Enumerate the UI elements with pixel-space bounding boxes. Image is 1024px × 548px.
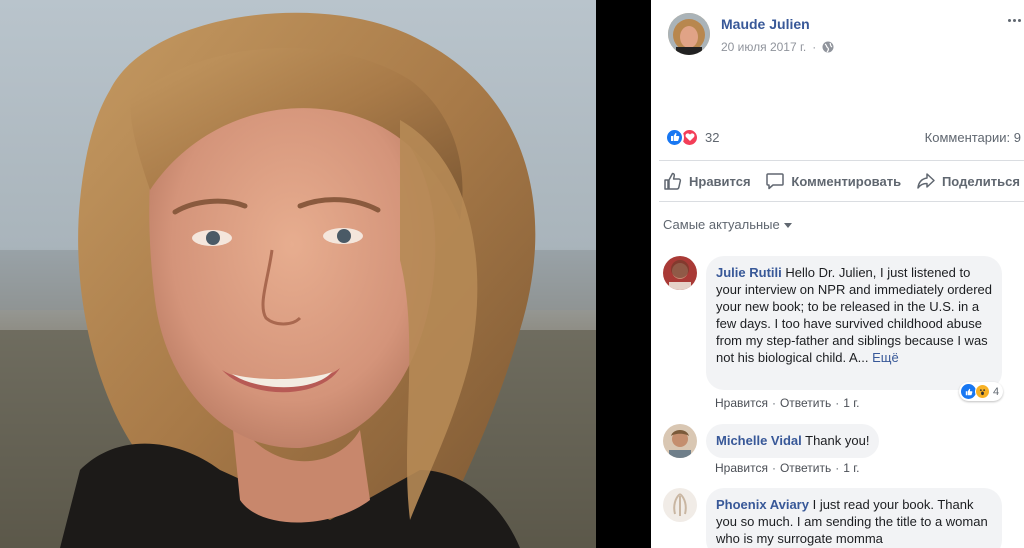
photo-viewer[interactable]: [0, 0, 596, 548]
globe-icon: [822, 41, 834, 53]
comment-text: Thank you!: [805, 433, 870, 448]
like-button[interactable]: Нравится: [663, 171, 751, 191]
meta-separator: ·: [812, 40, 817, 54]
comments-count[interactable]: Комментарии: 9: [925, 130, 1021, 145]
caret-down-icon: [783, 223, 792, 228]
share-button-label: Поделиться: [941, 173, 1020, 189]
comment-like-link[interactable]: Нравится: [715, 461, 768, 475]
comment-bubble-icon: [766, 173, 785, 190]
reactions-summary[interactable]: 32 Комментарии: 9: [665, 126, 1021, 148]
like-reaction-icon: [961, 384, 976, 399]
comment-like-link[interactable]: Нравится: [715, 396, 768, 410]
comment-item: Phoenix Aviary I just read your book. Th…: [663, 488, 1013, 548]
like-reaction-icon: [665, 127, 684, 147]
comment-time[interactable]: 1 г.: [843, 461, 859, 475]
comment-time[interactable]: 1 г.: [843, 396, 859, 410]
post-header: Maude Julien 20 июля 2017 г. ·: [651, 0, 1024, 70]
comment-actions: Нравится · Ответить · 1 г.: [715, 396, 860, 410]
more-options-icon[interactable]: [1006, 12, 1022, 28]
share-arrow-icon: [917, 173, 935, 189]
comment-bubble: Phoenix Aviary I just read your book. Th…: [706, 488, 1002, 548]
author-name[interactable]: Maude Julien: [721, 16, 810, 32]
commenter-avatar[interactable]: [663, 424, 697, 458]
comment-sort-dropdown[interactable]: Самые актуальные: [663, 217, 792, 232]
comment-item: Julie Rutili Hello Dr. Julien, I just li…: [663, 256, 1013, 416]
comment-bubble: Julie Rutili Hello Dr. Julien, I just li…: [706, 256, 1002, 390]
post-date[interactable]: 20 июля 2017 г.: [721, 40, 806, 54]
post-photo: [0, 0, 596, 548]
share-button[interactable]: Поделиться: [916, 171, 1020, 191]
wow-reaction-icon: [975, 384, 990, 399]
post-actions-bar: Нравится Комментировать Поделиться: [659, 160, 1024, 202]
comment-reply-link[interactable]: Ответить: [780, 396, 831, 410]
comment-author[interactable]: Julie Rutili: [716, 265, 782, 280]
comment-reply-link[interactable]: Ответить: [780, 461, 831, 475]
post-meta: 20 июля 2017 г. ·: [721, 40, 834, 54]
comment-item: Michelle Vidal Thank you! Нравится · Отв…: [663, 424, 1013, 480]
comment-bubble: Michelle Vidal Thank you!: [706, 424, 880, 458]
sort-label: Самые актуальные: [663, 217, 780, 232]
thumbs-up-icon: [664, 172, 682, 190]
comment-author[interactable]: Phoenix Aviary: [716, 497, 809, 512]
comment-button-label: Комментировать: [791, 173, 902, 189]
see-more-link[interactable]: Ещё: [872, 350, 899, 365]
comment-author[interactable]: Michelle Vidal: [716, 433, 802, 448]
like-button-label: Нравится: [689, 173, 751, 189]
reaction-icons: [665, 127, 699, 147]
comment-text: Hello Dr. Julien, I just listened to you…: [716, 265, 993, 365]
comment-button[interactable]: Комментировать: [765, 171, 901, 191]
reaction-count: 32: [705, 129, 720, 145]
comment-reaction-count: 4: [993, 385, 1000, 398]
commenter-avatar[interactable]: [663, 256, 697, 290]
author-avatar[interactable]: [668, 13, 710, 55]
commenter-avatar[interactable]: [663, 488, 697, 522]
post-panel: Maude Julien 20 июля 2017 г. · 32 Коммен…: [651, 0, 1024, 548]
comment-reactions[interactable]: 4: [959, 382, 1004, 401]
comment-actions: Нравится · Ответить · 1 г.: [715, 461, 860, 475]
